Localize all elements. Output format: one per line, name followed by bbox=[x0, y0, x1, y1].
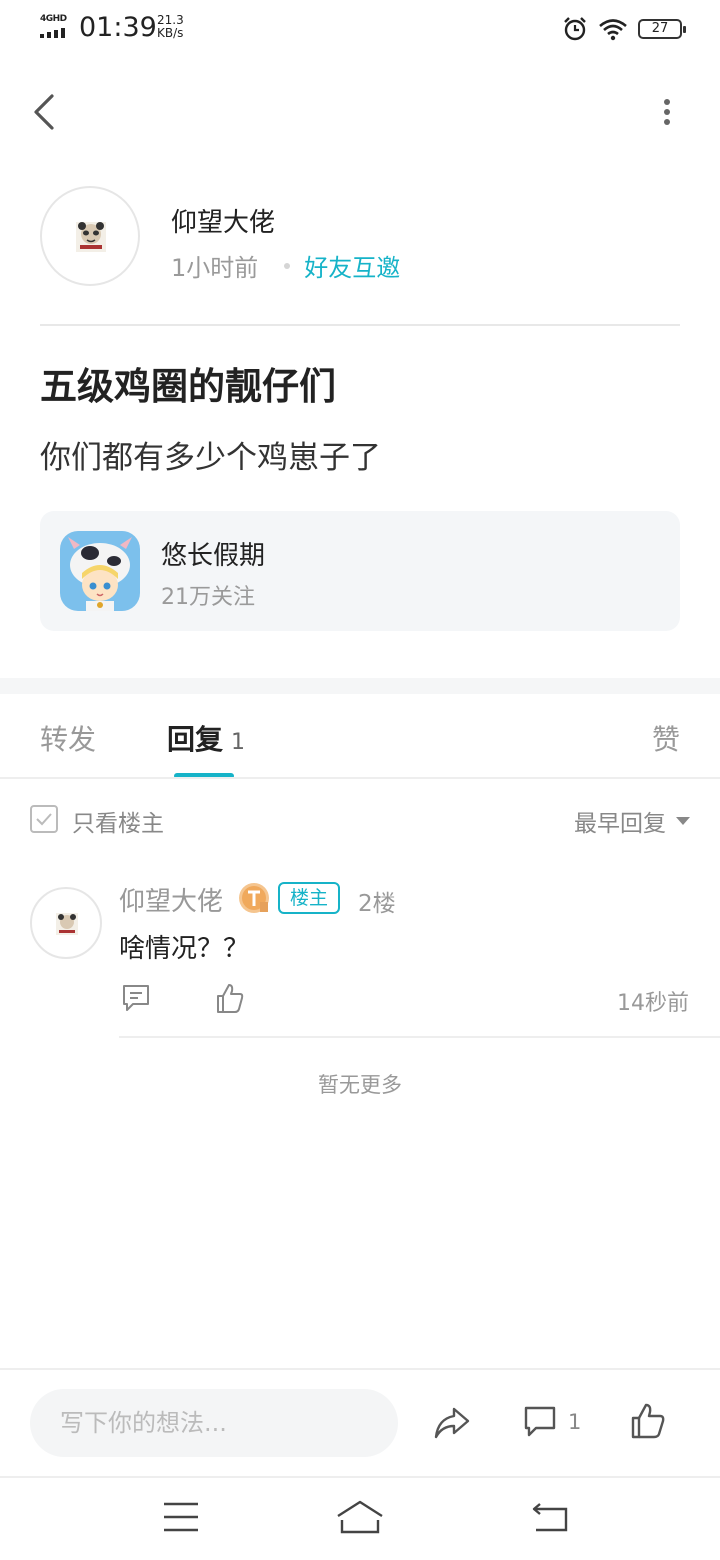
tab-like[interactable]: 赞 bbox=[652, 718, 680, 758]
divider bbox=[0, 1476, 720, 1478]
no-more-text: 暂无更多 bbox=[318, 1073, 402, 1097]
share-icon[interactable] bbox=[432, 1405, 472, 1441]
section-divider bbox=[0, 678, 720, 694]
post-detail-screen: 4GHD 01:39 21.3 KB/s 27 仰望大佬 1小时前 好友互邀 五… bbox=[0, 0, 720, 1560]
divider bbox=[119, 1036, 720, 1038]
user-level-icon bbox=[239, 883, 269, 913]
comment-text[interactable]: 啥情况？？ bbox=[119, 928, 249, 965]
home-icon[interactable] bbox=[334, 1498, 386, 1538]
battery-icon: 27 bbox=[638, 19, 686, 39]
only-author-checkbox[interactable] bbox=[30, 805, 58, 833]
author-avatar[interactable] bbox=[40, 186, 140, 286]
game-name: 悠长假期 bbox=[161, 541, 266, 571]
comment-icon[interactable] bbox=[522, 1404, 558, 1440]
panda-meme-icon bbox=[56, 913, 78, 935]
network-type: 4GHD bbox=[40, 14, 67, 24]
post-title: 五级鸡圈的靓仔们 bbox=[40, 365, 336, 408]
divider bbox=[0, 1368, 720, 1370]
tab-reply-label: 回复 bbox=[167, 723, 224, 756]
tab-share[interactable]: 转发 bbox=[40, 718, 96, 758]
post-meta: 1小时前 好友互邀 bbox=[171, 248, 400, 283]
op-badge: 楼主 bbox=[278, 882, 341, 914]
wifi-icon bbox=[599, 19, 627, 41]
sort-label: 最早回复 bbox=[574, 811, 666, 837]
tab-reply-count: 1 bbox=[231, 730, 246, 755]
game-icon bbox=[60, 531, 140, 611]
status-time: 01:39 bbox=[79, 12, 157, 43]
caret-down-icon bbox=[676, 817, 690, 825]
panda-meme-icon bbox=[76, 222, 106, 252]
more-vertical-icon[interactable] bbox=[650, 92, 684, 136]
comment-floor: 2楼 bbox=[358, 891, 396, 917]
comment-time: 14秒前 bbox=[617, 991, 689, 1016]
post-body: 你们都有多少个鸡崽子了 bbox=[40, 440, 381, 476]
post-tag[interactable]: 好友互邀 bbox=[304, 248, 400, 283]
menu-icon[interactable] bbox=[162, 1500, 200, 1534]
author-name[interactable]: 仰望大佬 bbox=[171, 202, 275, 239]
check-icon bbox=[36, 813, 52, 826]
divider bbox=[0, 777, 720, 779]
back-arrow-icon[interactable] bbox=[530, 1500, 570, 1534]
reply-icon[interactable] bbox=[121, 983, 151, 1013]
game-card[interactable]: 悠长假期 21万关注 bbox=[40, 511, 680, 631]
divider bbox=[40, 324, 680, 326]
comment-author-name[interactable]: 仰望大佬 bbox=[119, 881, 223, 918]
separator-dot bbox=[284, 262, 291, 269]
alarm-icon bbox=[564, 17, 586, 41]
network-speed-unit: KB/s bbox=[157, 26, 184, 40]
game-followers: 21万关注 bbox=[161, 585, 255, 610]
comment-input[interactable] bbox=[30, 1389, 398, 1457]
comment-count: 1 bbox=[568, 1410, 582, 1434]
tab-reply[interactable]: 回复 1 bbox=[167, 718, 245, 758]
post-time: 1小时前 bbox=[171, 254, 259, 282]
thumbs-up-icon[interactable] bbox=[215, 982, 245, 1014]
network-speed: 21.3 KB/s bbox=[157, 14, 184, 40]
only-author-label[interactable]: 只看楼主 bbox=[72, 804, 164, 838]
chevron-left-icon[interactable] bbox=[28, 90, 68, 134]
status-bar: 4GHD 01:39 21.3 KB/s 27 bbox=[0, 0, 720, 56]
sort-dropdown[interactable]: 最早回复 bbox=[574, 804, 690, 838]
signal-icon: 4GHD bbox=[40, 14, 72, 40]
thumbs-up-icon[interactable] bbox=[630, 1402, 666, 1440]
comment-avatar[interactable] bbox=[30, 887, 102, 959]
